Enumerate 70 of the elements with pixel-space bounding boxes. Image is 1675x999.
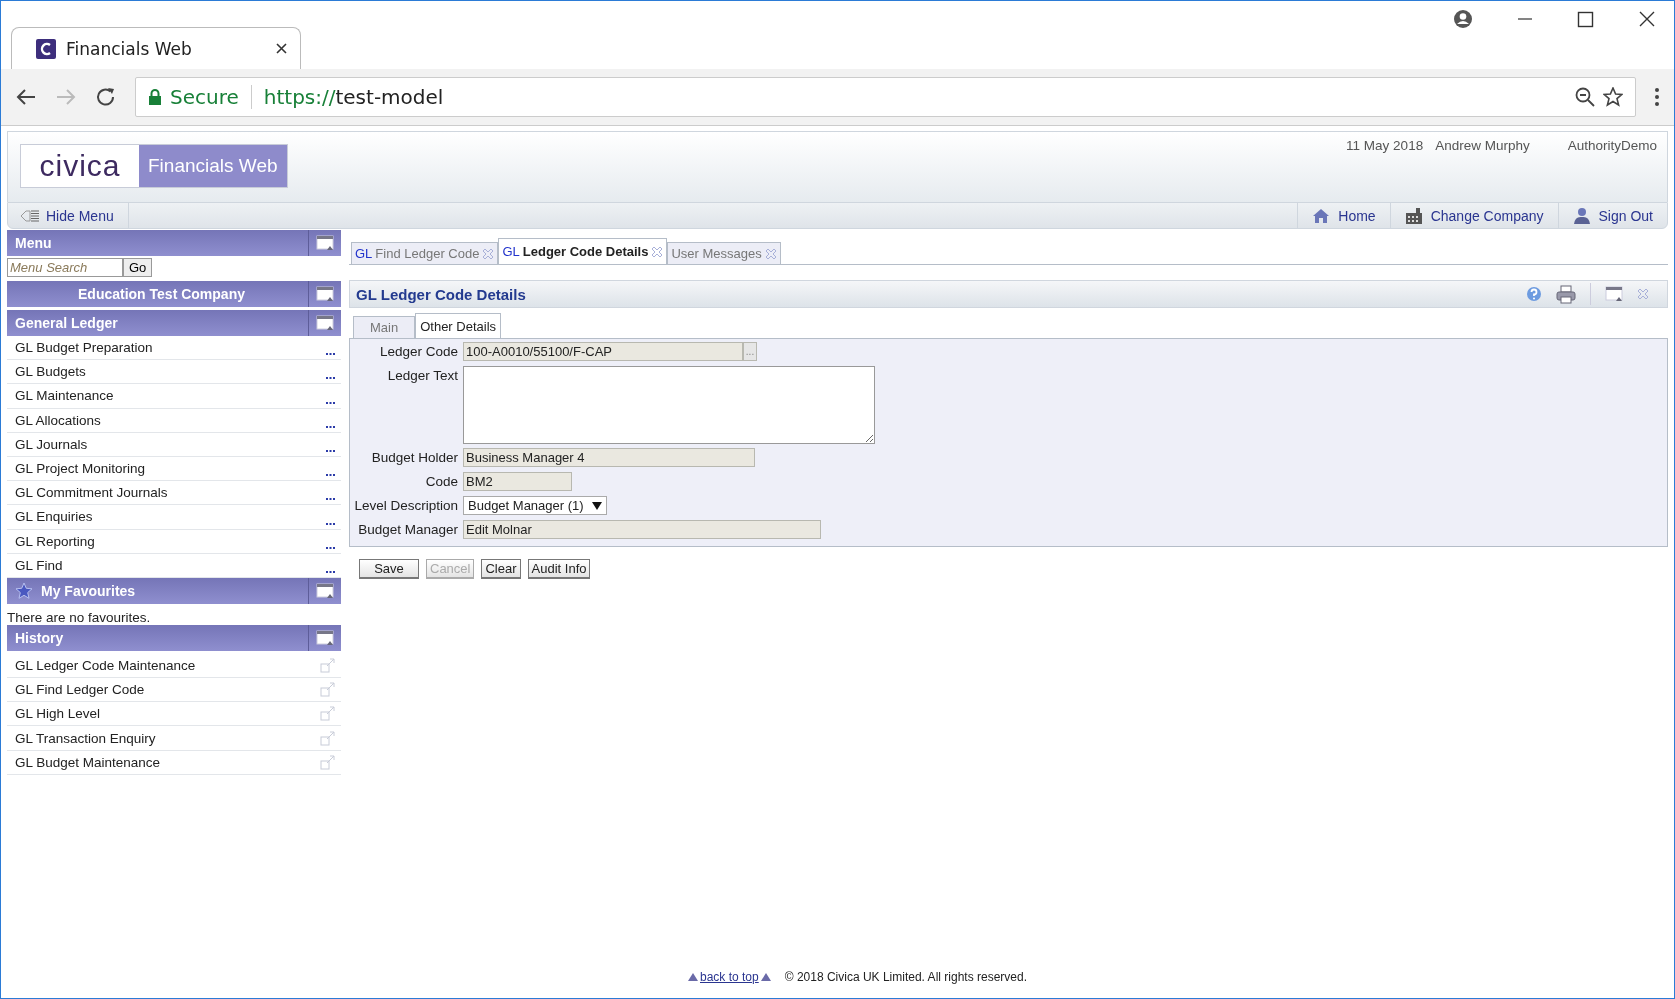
signout-link[interactable]: Sign Out: [1557, 203, 1667, 228]
form-button[interactable]: Audit Info: [527, 559, 591, 579]
star-icon: [15, 581, 33, 600]
form-button[interactable]: Clear: [481, 559, 521, 579]
reload-icon[interactable]: [95, 86, 117, 108]
field-label: Budget Holder: [370, 449, 458, 467]
input-field[interactable]: Business Manager 4: [463, 448, 755, 467]
product-name: Financials Web: [139, 145, 287, 187]
close-icon[interactable]: [1638, 9, 1656, 29]
person-icon: [1572, 207, 1591, 224]
building-icon: [1404, 207, 1423, 224]
caret-icon: [591, 500, 602, 511]
app-logo-icon: [36, 38, 56, 59]
company-title: Education Test Company: [78, 286, 245, 302]
hide-menu-button[interactable]: Hide Menu: [8, 203, 129, 228]
star-icon[interactable]: [1603, 87, 1623, 107]
home-link[interactable]: Home: [1297, 203, 1390, 228]
account-icon[interactable]: [1453, 9, 1473, 29]
back-to-top-link[interactable]: back to top: [700, 970, 759, 984]
copyright-text: © 2018 Civica UK Limited. All rights reserved.: [784, 970, 1027, 984]
window-icon[interactable]: [1605, 286, 1623, 302]
current-date: 11 May 2018: [1346, 138, 1424, 154]
text-area[interactable]: [463, 366, 875, 444]
user-name: Andrew Murphy: [1435, 138, 1530, 154]
input-field[interactable]: 100-A0010/55100/F-CAP: [463, 342, 743, 361]
window-icon[interactable]: [316, 235, 334, 251]
document-tab[interactable]: User Messages: [667, 242, 781, 264]
section-tab[interactable]: Other Details: [415, 313, 502, 338]
browser-tab[interactable]: Financials Web: [11, 27, 301, 69]
window-icon[interactable]: [316, 315, 334, 331]
document-tab[interactable]: GL Ledger Code Details: [498, 238, 668, 264]
field-label: Budget Manager: [357, 521, 458, 539]
section-tab[interactable]: Main: [353, 316, 416, 338]
input-field[interactable]: Edit Molnar: [463, 520, 821, 539]
triangle-up-icon: [688, 972, 698, 982]
window-icon[interactable]: [316, 582, 334, 599]
history-title: History: [15, 629, 64, 646]
padlock-icon: [148, 88, 162, 106]
url-text: https://test-model: [263, 85, 444, 109]
section-title: General Ledger: [15, 315, 118, 331]
security-label: Secure: [170, 85, 239, 109]
company-link[interactable]: Change Company: [1389, 203, 1558, 228]
menu-header-title: Menu: [15, 235, 52, 251]
maximize-icon[interactable]: [1577, 9, 1594, 29]
company-logo: civica: [21, 145, 139, 187]
field-label: Code: [424, 473, 458, 491]
field-label: Level Description: [353, 497, 458, 515]
triangle-up-icon: [760, 972, 771, 982]
address-bar[interactable]: Secure https://test-model: [135, 77, 1636, 117]
printer-icon[interactable]: [1556, 284, 1576, 304]
form-button[interactable]: Save: [359, 559, 419, 579]
empty-favourites-text: There are no favourites.: [7, 608, 152, 625]
close-icon[interactable]: [275, 42, 288, 55]
help-icon[interactable]: [1526, 286, 1542, 302]
window-icon[interactable]: [316, 629, 334, 646]
field-label: Ledger Code: [378, 343, 458, 361]
input-field[interactable]: BM2: [463, 472, 572, 491]
dropdown[interactable]: Budget Manager (1): [463, 496, 607, 515]
menu-search-field[interactable]: Menu Search: [7, 258, 123, 277]
home-icon: [1312, 207, 1331, 224]
field-label: Ledger Text: [386, 367, 458, 385]
zoom-out-icon[interactable]: [1575, 87, 1595, 107]
authority-name: AuthorityDemo: [1567, 138, 1657, 154]
document-tab[interactable]: GL Find Ledger Code: [351, 242, 499, 264]
window-icon[interactable]: [316, 286, 334, 302]
favourites-title: My Favourites: [41, 582, 136, 599]
menu-icon[interactable]: [1654, 87, 1660, 107]
go-button[interactable]: Go: [123, 258, 153, 277]
menu-list-icon: [20, 208, 40, 223]
page-title: GL Ledger Code Details: [356, 285, 527, 303]
